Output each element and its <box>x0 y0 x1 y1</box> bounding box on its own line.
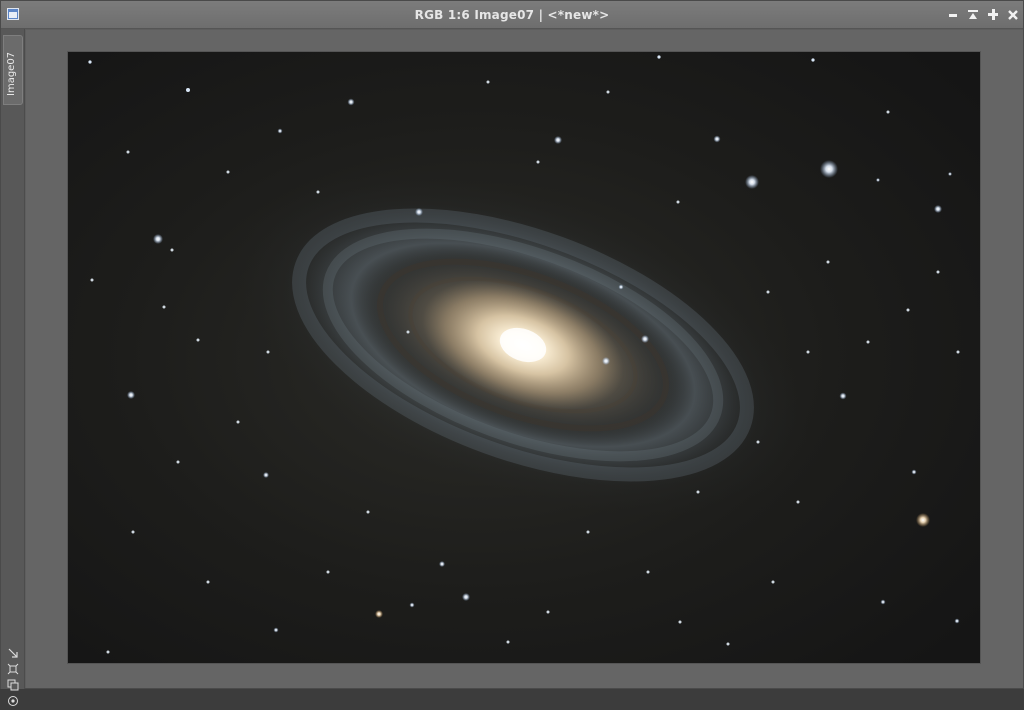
shade-icon[interactable] <box>967 9 979 21</box>
galaxy-astrophoto <box>68 52 980 663</box>
target-icon[interactable] <box>7 695 19 707</box>
image-view[interactable] <box>68 52 980 663</box>
view-sidebar: Image07 <box>1 29 25 706</box>
title-bar[interactable]: RGB 1:6 Image07 | <*new*> <box>1 1 1023 29</box>
close-icon[interactable] <box>1007 9 1019 21</box>
minimize-icon[interactable] <box>947 9 959 21</box>
image-window: RGB 1:6 Image07 | <*new*> Image07 <box>0 0 1024 706</box>
view-tab-label: Image07 <box>6 51 17 96</box>
fit-view-icon[interactable] <box>7 663 19 675</box>
clone-view-icon[interactable] <box>7 679 19 691</box>
maximize-icon[interactable] <box>987 9 999 21</box>
zoom-to-fit-icon[interactable] <box>7 647 19 659</box>
window-title: RGB 1:6 Image07 | <*new*> <box>414 8 610 22</box>
view-tab-image07[interactable]: Image07 <box>3 35 23 105</box>
